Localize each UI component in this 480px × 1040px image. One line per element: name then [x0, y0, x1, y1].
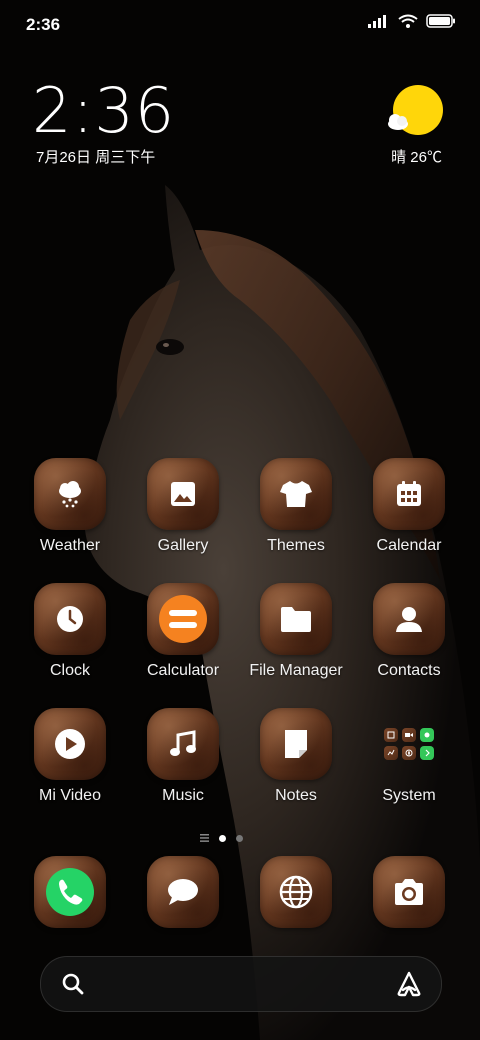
app-music[interactable]: Music: [127, 708, 239, 818]
app-system-folder[interactable]: System: [353, 708, 465, 818]
wifi-icon: [398, 14, 418, 33]
battery-icon: [426, 14, 456, 33]
page-indicator: [200, 829, 243, 847]
app-label: Gallery: [157, 537, 209, 554]
browser-globe-icon: [260, 856, 332, 928]
clock-widget-time[interactable]: 2:36: [32, 74, 175, 147]
weather-widget[interactable]: [384, 84, 444, 144]
dock-phone[interactable]: [14, 856, 126, 932]
app-label: Weather: [39, 537, 101, 554]
app-label: Mi Video: [39, 787, 101, 804]
app-label: Contacts: [377, 662, 441, 679]
contact-icon: [373, 583, 445, 655]
status-bar-icons: [368, 14, 456, 33]
page-list-icon[interactable]: [200, 829, 209, 847]
message-icon: [147, 856, 219, 928]
page-dot[interactable]: [236, 834, 243, 842]
weather-widget-text: 晴 26℃: [391, 149, 442, 166]
folder-icon: [260, 583, 332, 655]
search-icon[interactable]: [61, 972, 85, 1001]
folder-grid-icon: [373, 708, 445, 780]
camera-icon: [373, 856, 445, 928]
page-dot-active[interactable]: [219, 834, 226, 842]
app-clock[interactable]: Clock: [14, 583, 126, 693]
app-calendar[interactable]: Calendar: [353, 458, 465, 568]
mini-app-icon: [402, 746, 416, 760]
status-bar-time: 2:36: [26, 15, 61, 34]
phone-icon: [34, 856, 106, 928]
dock-camera[interactable]: [353, 856, 465, 932]
app-label: System: [382, 787, 436, 804]
gallery-icon: [147, 458, 219, 530]
assistant-icon[interactable]: [395, 971, 423, 1002]
dock-browser[interactable]: [240, 856, 352, 932]
app-gallery[interactable]: Gallery: [127, 458, 239, 568]
mini-app-icon: [420, 728, 434, 742]
app-label: Music: [162, 787, 204, 804]
app-label: File Manager: [249, 662, 343, 679]
app-label: Notes: [275, 787, 317, 804]
clock-widget-date: 7月26日 周三下午: [36, 149, 156, 166]
app-weather[interactable]: Weather: [14, 458, 126, 568]
app-label: Clock: [49, 662, 90, 679]
calculator-icon: [147, 583, 219, 655]
mini-app-icon: [402, 728, 416, 742]
app-label: Calculator: [146, 662, 220, 679]
app-mi-video[interactable]: Mi Video: [14, 708, 126, 818]
app-calculator[interactable]: Calculator: [127, 583, 239, 693]
music-note-icon: [147, 708, 219, 780]
app-themes[interactable]: Themes: [240, 458, 352, 568]
weather-icon: [34, 458, 106, 530]
search-bar[interactable]: [40, 956, 442, 1012]
note-icon: [260, 708, 332, 780]
app-label: Calendar: [376, 537, 442, 554]
app-file-manager[interactable]: File Manager: [240, 583, 352, 693]
mini-app-icon: [384, 728, 398, 742]
mini-app-icon: [384, 746, 398, 760]
play-icon: [34, 708, 106, 780]
clock-icon: [34, 583, 106, 655]
app-notes[interactable]: Notes: [240, 708, 352, 818]
calendar-icon: [373, 458, 445, 530]
app-contacts[interactable]: Contacts: [353, 583, 465, 693]
mini-app-icon: [420, 746, 434, 760]
tshirt-icon: [260, 458, 332, 530]
signal-icon: [368, 14, 390, 33]
dock-messages[interactable]: [127, 856, 239, 932]
app-label: Themes: [267, 537, 325, 554]
